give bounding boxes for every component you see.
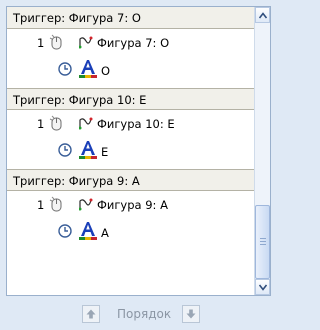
motion-path-icon (78, 35, 93, 49)
animation-list: Триггер: Фигура 7: O 1 Фигура 7: O O Три… (7, 7, 255, 295)
scrollbar-thumb[interactable] (255, 205, 270, 279)
animation-target: Фигура 10: E (97, 117, 175, 131)
animation-target: Фигура 7: O (97, 36, 170, 50)
vertical-scrollbar[interactable] (254, 7, 270, 295)
motion-path-icon (78, 197, 93, 211)
chevron-up-icon (259, 12, 267, 19)
trigger-label: Триггер: Фигура 7: O (13, 11, 141, 25)
chevron-down-icon (259, 284, 267, 291)
move-down-icon (186, 309, 196, 319)
animation-item[interactable]: 1 Фигура 9: A (7, 191, 255, 218)
trigger-label: Триггер: Фигура 10: E (13, 93, 147, 107)
reorder-bar: Порядок (0, 303, 279, 327)
move-up-button[interactable] (82, 305, 100, 323)
text-animation-item[interactable]: A (7, 218, 255, 245)
text-letter: A (101, 226, 109, 240)
text-animation-item[interactable]: E (7, 137, 255, 164)
mouse-click-icon (49, 113, 63, 131)
clock-icon (58, 62, 72, 76)
trigger-header[interactable]: Триггер: Фигура 10: E (7, 88, 255, 110)
text-animation-item[interactable]: O (7, 56, 255, 83)
trigger-header[interactable]: Триггер: Фигура 7: O (7, 7, 255, 29)
clock-icon (58, 143, 72, 157)
text-effect-icon (79, 140, 97, 160)
text-effect-icon (79, 221, 97, 241)
animation-item[interactable]: 1 Фигура 7: O (7, 29, 255, 56)
move-up-icon (86, 309, 96, 319)
animation-pane: Триггер: Фигура 7: O 1 Фигура 7: O O Три… (6, 6, 271, 296)
animation-item[interactable]: 1 Фигура 10: E (7, 110, 255, 137)
mouse-click-icon (49, 194, 63, 212)
scroll-up-button[interactable] (255, 7, 270, 23)
trigger-header[interactable]: Триггер: Фигура 9: A (7, 169, 255, 191)
order-label: Порядок (117, 307, 172, 321)
scroll-down-button[interactable] (255, 279, 270, 295)
animation-target: Фигура 9: A (97, 198, 168, 212)
text-letter: O (101, 64, 111, 78)
clock-icon (58, 224, 72, 238)
trigger-label: Триггер: Фигура 9: A (13, 174, 140, 188)
motion-path-icon (78, 116, 93, 130)
move-down-button[interactable] (182, 305, 200, 323)
text-letter: E (101, 145, 109, 159)
mouse-click-icon (49, 32, 63, 50)
text-effect-icon (79, 59, 97, 79)
